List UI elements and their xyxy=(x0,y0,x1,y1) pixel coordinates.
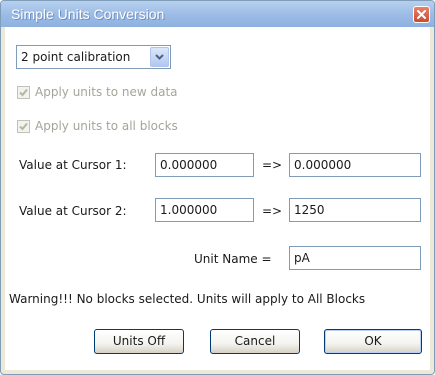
cursor1-arrow: => xyxy=(262,158,283,172)
units-off-button[interactable]: Units Off xyxy=(94,329,184,354)
checkmark-icon xyxy=(19,88,28,97)
cursor1-converted-field[interactable]: 0.000000 xyxy=(289,153,421,177)
cursor2-value-field[interactable]: 1.000000 xyxy=(155,198,254,222)
dialog-body: 2 point calibration Apply units to new d… xyxy=(5,27,430,370)
cursor2-value: 1.000000 xyxy=(160,203,218,217)
dialog-window: Simple Units Conversion 2 point calibrat… xyxy=(0,0,435,375)
dialog-title: Simple Units Conversion xyxy=(11,6,165,22)
ok-button[interactable]: OK xyxy=(324,329,422,354)
calibration-select-value: 2 point calibration xyxy=(21,50,131,64)
cursor1-label: Value at Cursor 1: xyxy=(19,158,127,172)
unit-name-label: Unit Name = xyxy=(194,252,272,266)
apply-new-data-checkbox xyxy=(17,86,30,99)
cursor1-value: 0.000000 xyxy=(160,158,218,172)
calibration-select[interactable]: 2 point calibration xyxy=(16,45,171,69)
cursor2-converted: 1250 xyxy=(294,203,325,217)
close-button[interactable] xyxy=(413,6,430,23)
checkmark-icon xyxy=(19,122,28,131)
close-x-icon xyxy=(417,10,426,19)
cursor2-converted-field[interactable]: 1250 xyxy=(289,198,421,222)
cursor2-arrow: => xyxy=(262,204,283,218)
title-bar[interactable]: Simple Units Conversion xyxy=(1,1,434,27)
warning-message: Warning!!! No blocks selected. Units wil… xyxy=(9,292,366,306)
unit-name-field[interactable]: pA xyxy=(289,246,421,270)
apply-new-data-label: Apply units to new data xyxy=(35,85,178,99)
apply-all-blocks-label: Apply units to all blocks xyxy=(35,119,178,133)
unit-name-value: pA xyxy=(294,251,310,265)
calibration-dropdown-button[interactable] xyxy=(150,47,169,67)
cursor1-converted: 0.000000 xyxy=(294,158,352,172)
cursor2-label: Value at Cursor 2: xyxy=(19,204,127,218)
cancel-button[interactable]: Cancel xyxy=(210,329,300,354)
chevron-down-icon xyxy=(155,54,164,60)
cursor1-value-field[interactable]: 0.000000 xyxy=(155,153,254,177)
apply-all-blocks-checkbox xyxy=(17,120,30,133)
